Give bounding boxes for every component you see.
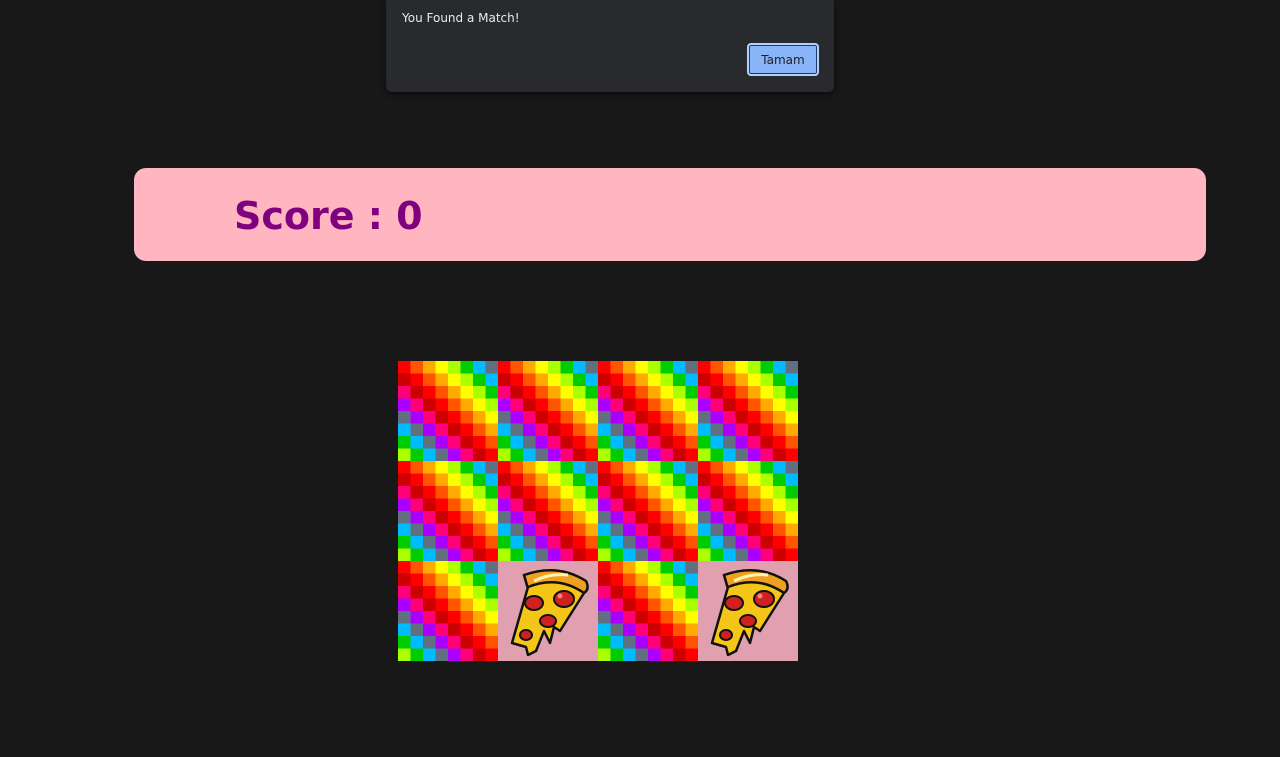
card-back-pattern <box>598 561 698 661</box>
card-back-pattern <box>398 561 498 661</box>
card-face-down[interactable] <box>698 461 798 561</box>
card-back-pattern <box>698 361 798 461</box>
card-face-down[interactable] <box>598 461 698 561</box>
card-back-pattern <box>398 461 498 561</box>
card-back-pattern <box>398 361 498 461</box>
card-face-up[interactable] <box>498 561 598 661</box>
alert-dialog: You Found a Match! Tamam <box>386 0 834 92</box>
card-face-down[interactable] <box>398 361 498 461</box>
card-face-down[interactable] <box>498 361 598 461</box>
pizza-slice-icon <box>698 561 798 661</box>
card-back-pattern <box>698 461 798 561</box>
card-back-pattern <box>598 361 698 461</box>
card-face-down[interactable] <box>598 561 698 661</box>
pizza-slice-icon <box>498 561 598 661</box>
alert-message: You Found a Match! <box>402 11 520 25</box>
card-face-down[interactable] <box>398 461 498 561</box>
card-face-up[interactable] <box>698 561 798 661</box>
score-label: Score : 0 <box>234 194 423 238</box>
card-back-pattern <box>498 361 598 461</box>
score-bar: Score : 0 <box>134 168 1206 261</box>
card-grid <box>398 361 798 661</box>
card-face-down[interactable] <box>698 361 798 461</box>
card-back-pattern <box>498 461 598 561</box>
card-back-pattern <box>598 461 698 561</box>
alert-ok-button[interactable]: Tamam <box>747 43 819 76</box>
card-face-down[interactable] <box>498 461 598 561</box>
card-face-down[interactable] <box>398 561 498 661</box>
card-face-down[interactable] <box>598 361 698 461</box>
